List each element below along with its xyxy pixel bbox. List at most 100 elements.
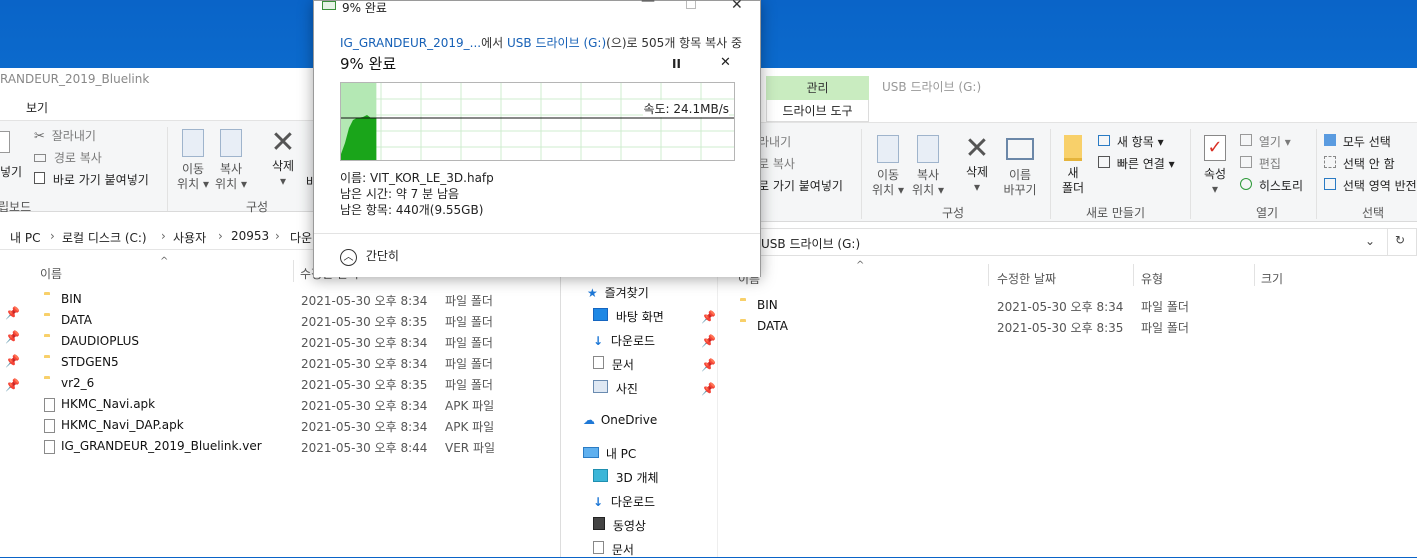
select-none-button[interactable]: 선택 안 함 (1324, 155, 1395, 172)
maximize-icon (686, 1, 696, 9)
document-icon (593, 541, 604, 554)
chevron-up-icon: ︿ (340, 249, 357, 266)
navigation-pane: ★ 즐겨찾기 바탕 화면 📌 ↓ 다운로드 📌 문서 📌 사진 📌 ☁ OneD… (560, 270, 718, 557)
tab-view[interactable]: 보기 (26, 99, 48, 116)
sort-up-icon: ^ (856, 260, 865, 271)
column-header-type[interactable]: 유형 (1141, 270, 1163, 287)
rename-button[interactable]: 이름 바꾸기 (1000, 135, 1040, 198)
list-item[interactable]: BIN 2021-05-30 오후 8:34 파일 폴더 (0, 290, 560, 311)
nav-downloads[interactable]: ↓ 다운로드 (593, 332, 655, 349)
list-item[interactable]: STDGEN5 2021-05-30 오후 8:34 파일 폴더 (0, 353, 560, 374)
clipboard-group-label: 립보드 (0, 200, 32, 214)
chevron-down-icon[interactable]: ⌄ (1365, 234, 1375, 248)
source-link[interactable]: IG_GRANDEUR_2019_... (340, 36, 481, 50)
new-item-button[interactable]: 새 항목 ▾ (1098, 133, 1164, 150)
organize-group-label: 구성 (942, 206, 965, 220)
refresh-icon[interactable]: ↻ (1395, 233, 1405, 247)
cell-type: 파일 폴더 (445, 378, 493, 392)
breadcrumb-item[interactable]: 로컬 디스크 (C:) (62, 229, 147, 246)
paste-shortcut-button[interactable]: 로 가기 붙여넣기 (758, 177, 843, 194)
cell-type: 파일 폴더 (445, 315, 493, 329)
cut-button[interactable]: 라내기 (758, 133, 791, 150)
nav-3d-objects[interactable]: 3D 개체 (593, 469, 659, 486)
close-icon[interactable]: ✕ (731, 0, 743, 13)
move-to-button[interactable]: 이동 위치 ▾ (176, 129, 210, 192)
copy-path-button[interactable]: 경로 복사 (34, 149, 102, 166)
cell-date: 2021-05-30 오후 8:35 (301, 378, 428, 392)
address-bar[interactable]: USB 드라이브 (G:) ⌄ ↻ (718, 228, 1417, 256)
paste-icon[interactable] (0, 131, 10, 153)
breadcrumb-item[interactable]: 다운 (290, 229, 312, 246)
invert-selection-icon (1324, 178, 1336, 190)
column-header-size[interactable]: 크기 (1261, 270, 1283, 287)
delete-button[interactable]: ✕ 삭제 ▾ (960, 133, 994, 195)
open-button[interactable]: 열기 ▾ (1240, 133, 1291, 150)
rename-icon (1006, 138, 1034, 160)
select-all-icon (1324, 134, 1336, 146)
nav-onedrive[interactable]: ☁ OneDrive (583, 413, 657, 427)
less-details-button[interactable]: ︿ 간단히 (340, 247, 399, 266)
nav-quick-access[interactable]: ★ 즐겨찾기 (587, 284, 649, 301)
tab-drive-tools[interactable]: 드라이브 도구 (766, 100, 869, 122)
list-item[interactable]: BIN 2021-05-30 오후 8:34 파일 폴더 (718, 296, 1417, 317)
select-all-button[interactable]: 모두 선택 (1324, 133, 1391, 150)
easy-access-button[interactable]: 빠른 연결 ▾ (1098, 155, 1175, 172)
invert-selection-button[interactable]: 선택 영역 반전 (1324, 177, 1417, 194)
cell-type: 파일 폴더 (445, 336, 493, 350)
tab-manage[interactable]: 관리 (766, 76, 869, 100)
delete-button[interactable]: ✕ 삭제 ▾ (266, 127, 300, 189)
paste-shortcut-button[interactable]: 바로 가기 붙여넣기 (34, 171, 149, 188)
list-item[interactable]: DAUDIOPLUS 2021-05-30 오후 8:34 파일 폴더 (0, 332, 560, 353)
download-arrow-icon: ↓ (593, 334, 604, 348)
cell-name: DATA (757, 319, 788, 333)
cut-button[interactable]: ✂ 잘라내기 (34, 127, 96, 144)
cell-name: BIN (61, 292, 82, 306)
cell-type: 파일 폴더 (1141, 321, 1189, 335)
cell-name: HKMC_Navi.apk (61, 397, 156, 411)
list-item[interactable]: DATA 2021-05-30 오후 8:35 파일 폴더 (718, 317, 1417, 338)
speed-chart (341, 83, 734, 160)
list-item[interactable]: HKMC_Navi.apk 2021-05-30 오후 8:34 APK 파일 (0, 395, 560, 416)
sort-up-icon: ^ (160, 256, 169, 267)
nav-this-pc[interactable]: 내 PC (583, 445, 636, 462)
file-icon (44, 440, 55, 454)
file-icon (44, 398, 55, 412)
list-item[interactable]: HKMC_Navi_DAP.apk 2021-05-30 오후 8:34 APK 파… (0, 416, 560, 437)
copy-path-button[interactable]: 로 복사 (758, 155, 795, 172)
cell-date: 2021-05-30 오후 8:34 (997, 300, 1124, 314)
new-group-label: 새로 만들기 (1086, 206, 1146, 220)
nav-documents[interactable]: 문서 (593, 356, 634, 373)
breadcrumb-item[interactable]: 내 PC (10, 229, 40, 246)
new-folder-button[interactable]: 새 폴더 (1058, 135, 1088, 196)
nav-pictures[interactable]: 사진 (593, 380, 638, 397)
minimize-icon[interactable]: — (641, 0, 655, 9)
select-none-icon (1324, 156, 1336, 168)
organize-group-label: 구성 (246, 200, 269, 214)
list-item[interactable]: vr2_6 2021-05-30 오후 8:35 파일 폴더 (0, 374, 560, 395)
column-header-date[interactable]: 수정한 날짜 (997, 270, 1056, 287)
nav-videos[interactable]: 동영상 (593, 517, 646, 534)
destination-link[interactable]: USB 드라이브 (G:) (507, 36, 606, 50)
history-button[interactable]: 히스토리 (1240, 177, 1303, 194)
copy-to-icon (220, 129, 242, 157)
column-header-name[interactable]: 이름 (40, 265, 62, 282)
pause-icon[interactable]: II (672, 57, 681, 71)
list-item[interactable]: DATA 2021-05-30 오후 8:35 파일 폴더 (0, 311, 560, 332)
breadcrumb-item[interactable]: 20953 (231, 229, 269, 243)
paste-button-label[interactable]: 넣기 (0, 163, 22, 180)
nav-desktop[interactable]: 바탕 화면 (593, 308, 664, 325)
copy-to-button[interactable]: 복사 위치 ▾ (910, 135, 946, 198)
copy-to-button[interactable]: 복사 위치 ▾ (214, 129, 248, 192)
edit-button[interactable]: 편집 (1240, 155, 1281, 172)
properties-button[interactable]: ✓ 속성 ▾ (1198, 135, 1232, 197)
film-icon (593, 517, 605, 530)
delete-x-icon: ✕ (964, 131, 990, 166)
speed-label: 속도: 24.1MB/s (643, 100, 729, 117)
cancel-icon[interactable]: ✕ (720, 55, 731, 70)
breadcrumb-item[interactable]: 사용자 (173, 229, 206, 246)
list-item[interactable]: IG_GRANDEUR_2019_Bluelink.ver 2021-05-30 … (0, 437, 560, 458)
move-to-button[interactable]: 이동 위치 ▾ (870, 135, 906, 198)
copy-to-icon (917, 135, 939, 163)
nav-pc-downloads[interactable]: ↓ 다운로드 (593, 493, 655, 510)
nav-pc-documents[interactable]: 문서 (593, 541, 634, 558)
